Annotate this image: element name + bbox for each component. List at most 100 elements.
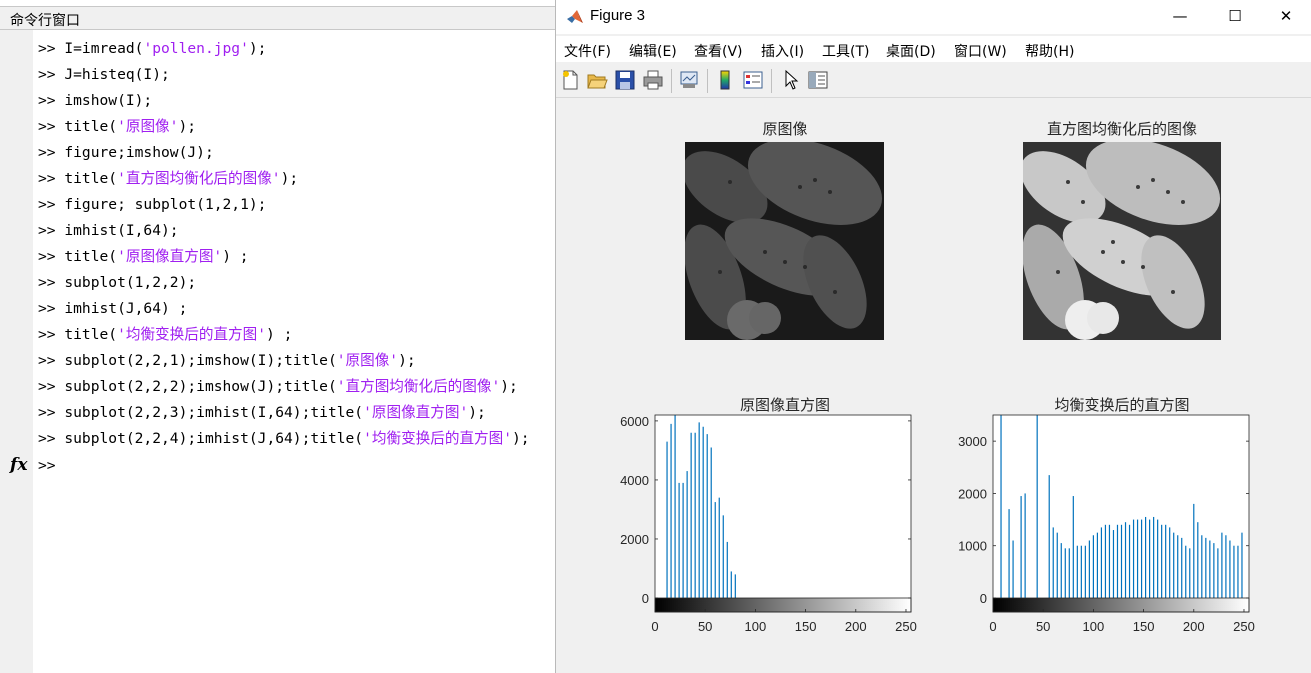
prompt-symbol: >> [38, 170, 65, 187]
code-text: title( [64, 118, 118, 135]
property-inspector-icon[interactable] [807, 69, 829, 91]
code-text: ); [248, 40, 267, 57]
figure-title: Figure 3 [590, 7, 646, 24]
prompt-symbol: >> [38, 352, 65, 369]
code-text: ); [500, 378, 518, 395]
figure-window: Figure 3 — ☐ ✕ 文件(F) 编辑(E) 查看(V) 插入(I) 工… [556, 0, 1311, 673]
code-text: subplot(1,2,2); [64, 274, 197, 291]
code-text: title( [64, 248, 118, 265]
close-button[interactable]: ✕ [1261, 0, 1311, 32]
x-tick-label: 150 [795, 619, 817, 634]
command-history-line[interactable]: >> figure; subplot(1,2,1); [38, 192, 266, 218]
menu-edit[interactable]: 编辑(E) [629, 41, 677, 61]
command-history-line[interactable]: >> title('直方图均衡化后的图像'); [38, 166, 298, 192]
edit-plot-icon[interactable] [780, 69, 802, 91]
code-text: ); [512, 430, 530, 447]
command-history-line[interactable]: >> title('原图像'); [38, 114, 196, 140]
prompt-symbol: >> [38, 118, 65, 135]
command-prompt-input[interactable]: >> [38, 453, 56, 479]
code-text: ); [468, 404, 486, 421]
insert-legend-icon[interactable] [742, 69, 764, 91]
menu-view[interactable]: 查看(V) [694, 41, 743, 61]
command-history-line[interactable]: >> imhist(J,64) ; [38, 296, 187, 322]
x-tick-label: 250 [895, 619, 917, 634]
string-literal: '直方图均衡化后的图像' [117, 170, 281, 187]
x-tick-label: 50 [698, 619, 712, 634]
code-text: ); [398, 352, 416, 369]
command-history-line[interactable]: >> subplot(2,2,4);imhist(J,64);title('均衡… [38, 426, 530, 452]
toolbar-separator [671, 69, 672, 93]
code-text: I=imread( [64, 40, 144, 57]
y-tick-label: 0 [642, 591, 649, 606]
string-literal: '原图像直方图' [363, 404, 469, 421]
menu-insert[interactable]: 插入(I) [761, 41, 804, 61]
command-history-line[interactable]: >> figure;imshow(J); [38, 140, 214, 166]
menu-file[interactable]: 文件(F) [564, 41, 611, 61]
new-figure-icon[interactable] [559, 69, 581, 91]
code-text: imhist(J,64) ; [64, 300, 188, 317]
string-literal: '均衡变换后的直方图' [117, 326, 266, 343]
prompt-symbol: >> [38, 326, 65, 343]
command-history-line[interactable]: >> subplot(2,2,3);imhist(I,64);title('原图… [38, 400, 486, 426]
x-tick-label: 100 [745, 619, 767, 634]
menu-desktop[interactable]: 桌面(D) [886, 41, 936, 61]
x-tick-label: 100 [1083, 619, 1105, 634]
code-text: title( [64, 170, 118, 187]
code-text: ) ; [266, 326, 293, 343]
insert-colorbar-icon[interactable] [714, 69, 736, 91]
string-literal: '原图像直方图' [117, 248, 223, 265]
command-history-line[interactable]: >> imhist(I,64); [38, 218, 179, 244]
original-image[interactable] [685, 142, 884, 340]
command-history-line[interactable]: >> subplot(2,2,1);imshow(I);title('原图像')… [38, 348, 416, 374]
command-history-line[interactable]: >> title('均衡变换后的直方图') ; [38, 322, 292, 348]
menu-tools[interactable]: 工具(T) [822, 41, 869, 61]
figure-toolbar [556, 64, 1311, 98]
command-history-line[interactable]: >> subplot(1,2,2); [38, 270, 196, 296]
histogram-original[interactable]: 0 2000 4000 6000 0 50 100 150 200 250 [596, 408, 926, 638]
minimize-button[interactable]: — [1155, 0, 1205, 32]
gray-colorbar [654, 597, 912, 613]
menu-bar: 文件(F) 编辑(E) 查看(V) 插入(I) 工具(T) 桌面(D) 窗口(W… [556, 36, 1311, 62]
maximize-button[interactable]: ☐ [1210, 0, 1260, 32]
open-file-icon[interactable] [586, 69, 608, 91]
code-text: figure;imshow(J); [64, 144, 214, 161]
link-plot-icon[interactable] [678, 69, 700, 91]
code-text: subplot(2,2,4);imhist(J,64);title( [64, 430, 364, 447]
command-history-line[interactable]: >> title('原图像直方图') ; [38, 244, 249, 270]
x-tick-label: 200 [1183, 619, 1205, 634]
code-text: ); [178, 118, 197, 135]
print-icon[interactable] [642, 69, 664, 91]
gray-colorbar [992, 597, 1250, 613]
string-literal: '直方图均衡化后的图像' [336, 378, 501, 395]
x-tick-label: 250 [1233, 619, 1255, 634]
command-history-line[interactable]: >> subplot(2,2,2);imshow(J);title('直方图均衡… [38, 374, 518, 400]
string-literal: '原图像' [336, 352, 399, 369]
menu-help[interactable]: 帮助(H) [1025, 41, 1074, 61]
prompt-symbol: >> [38, 144, 65, 161]
command-history-line[interactable]: >> J=histeq(I); [38, 62, 170, 88]
menu-window[interactable]: 窗口(W) [954, 41, 1007, 61]
figure-canvas[interactable]: 原图像 直方图均衡化后的图像 原图像直方图 0 2000 4000 6000 0… [556, 98, 1311, 673]
plot-area [655, 415, 911, 612]
code-text: ); [280, 170, 299, 187]
string-literal: 'pollen.jpg' [143, 40, 249, 57]
command-window-gutter [0, 30, 33, 673]
prompt-symbol: >> [38, 40, 65, 57]
y-tick-label: 2000 [958, 486, 987, 501]
x-tick-label: 200 [845, 619, 867, 634]
code-text: imshow(I); [64, 92, 153, 109]
prompt-symbol: >> [38, 196, 65, 213]
y-tick-label: 2000 [620, 532, 649, 547]
command-history-line[interactable]: >> I=imread('pollen.jpg'); [38, 36, 266, 62]
prompt-symbol: >> [38, 430, 65, 447]
equalized-image[interactable] [1023, 142, 1221, 340]
histogram-equalized[interactable]: 0 1000 2000 3000 0 50 100 150 200 250 [934, 408, 1264, 638]
prompt-symbol: >> [38, 248, 65, 265]
command-history-line[interactable]: >> imshow(I); [38, 88, 152, 114]
prompt-symbol: >> [38, 274, 65, 291]
prompt-symbol: >> [38, 378, 65, 395]
save-icon[interactable] [614, 69, 636, 91]
code-text: title( [64, 326, 118, 343]
original-image-graphic [685, 142, 884, 340]
fx-icon[interactable]: fx [10, 455, 27, 475]
